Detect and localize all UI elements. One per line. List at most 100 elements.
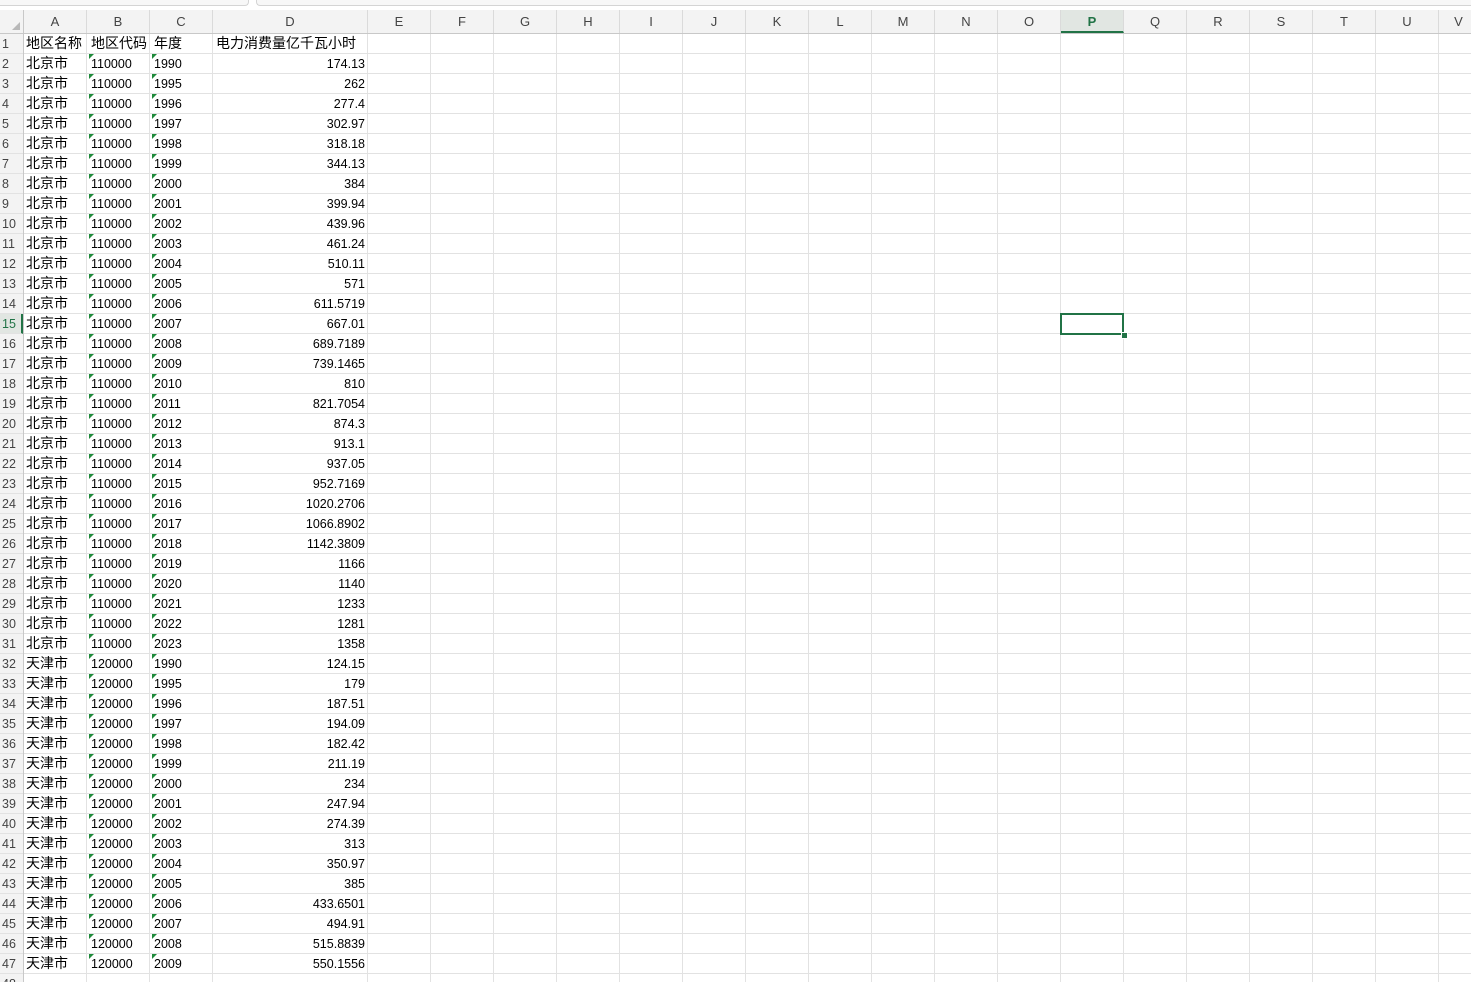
row-header-25[interactable]: 25 <box>0 514 23 534</box>
row-header-3[interactable]: 3 <box>0 74 23 94</box>
cell-region-name[interactable]: 北京市 <box>26 394 88 414</box>
cell-region-code[interactable]: 120000 <box>89 834 151 854</box>
cell-region-code[interactable]: 120000 <box>89 934 151 954</box>
cell-consumption[interactable]: 510.11 <box>214 254 366 274</box>
column-header-g[interactable]: G <box>494 10 557 33</box>
row-header-6[interactable]: 6 <box>0 134 23 154</box>
cell-region-name[interactable]: 北京市 <box>26 514 88 534</box>
cell-year[interactable]: 2000 <box>152 174 214 194</box>
cell-year[interactable]: 1997 <box>152 114 214 134</box>
cell-region-code[interactable]: 110000 <box>89 534 151 554</box>
cell-region-name[interactable]: 天津市 <box>26 774 88 794</box>
cell-region-name[interactable]: 北京市 <box>26 354 88 374</box>
cell-region-code[interactable]: 110000 <box>89 334 151 354</box>
cell-region-code[interactable]: 110000 <box>89 54 151 74</box>
cell-consumption[interactable]: 313 <box>214 834 366 854</box>
row-header-9[interactable]: 9 <box>0 194 23 214</box>
row-header-5[interactable]: 5 <box>0 114 23 134</box>
cell-consumption[interactable]: 1140 <box>214 574 366 594</box>
row-header-41[interactable]: 41 <box>0 834 23 854</box>
cell-year[interactable]: 2010 <box>152 374 214 394</box>
column-header-c[interactable]: C <box>150 10 213 33</box>
cell-region-code[interactable]: 120000 <box>89 694 151 714</box>
cell-year[interactable]: 1998 <box>152 134 214 154</box>
cell-region-code[interactable]: 120000 <box>89 794 151 814</box>
cell-year[interactable]: 2023 <box>152 634 214 654</box>
cell-consumption[interactable]: 277.4 <box>214 94 366 114</box>
cell-year[interactable]: 1998 <box>152 734 214 754</box>
cell-region-code[interactable]: 110000 <box>89 594 151 614</box>
row-header-47[interactable]: 47 <box>0 954 23 974</box>
cell-year[interactable]: 2015 <box>152 474 214 494</box>
cell-year[interactable]: 1990 <box>152 54 214 74</box>
cell-region-name[interactable]: 北京市 <box>26 634 88 654</box>
cell-region-code[interactable]: 110000 <box>89 294 151 314</box>
cell-year[interactable]: 2009 <box>152 954 214 974</box>
cell-region-name[interactable]: 天津市 <box>26 934 88 954</box>
cell-year[interactable]: 2009 <box>152 354 214 374</box>
cell-region-code[interactable]: 110000 <box>89 234 151 254</box>
cell-region-code[interactable]: 110000 <box>89 354 151 374</box>
cell-year[interactable]: 2003 <box>152 834 214 854</box>
cell-consumption[interactable]: 611.5719 <box>214 294 366 314</box>
cell-region-code[interactable]: 110000 <box>89 114 151 134</box>
cell-consumption[interactable]: 571 <box>214 274 366 294</box>
column-header-f[interactable]: F <box>431 10 494 33</box>
cell-consumption[interactable]: 494.91 <box>214 914 366 934</box>
cell-consumption[interactable]: 550.1556 <box>214 954 366 974</box>
column-header-s[interactable]: S <box>1250 10 1313 33</box>
cell-region-name[interactable]: 天津市 <box>26 794 88 814</box>
cell-region-name[interactable]: 北京市 <box>26 154 88 174</box>
cell-region-name[interactable]: 天津市 <box>26 874 88 894</box>
cell-region-code[interactable]: 110000 <box>89 474 151 494</box>
cell-region-name[interactable]: 天津市 <box>26 854 88 874</box>
row-header-1[interactable]: 1 <box>0 34 23 54</box>
cell-consumption[interactable]: 234 <box>214 774 366 794</box>
cell-consumption[interactable]: 439.96 <box>214 214 366 234</box>
cell-region-code[interactable]: 110000 <box>89 174 151 194</box>
cell-region-code[interactable]: 110000 <box>89 374 151 394</box>
cell-consumption[interactable]: 1233 <box>214 594 366 614</box>
cell-year[interactable]: 1996 <box>152 94 214 114</box>
cell-region-name[interactable]: 天津市 <box>26 954 88 974</box>
cell-year[interactable]: 2001 <box>152 194 214 214</box>
cell-region-name[interactable]: 天津市 <box>26 834 88 854</box>
column-header-u[interactable]: U <box>1376 10 1439 33</box>
cell-region-name[interactable]: 天津市 <box>26 894 88 914</box>
cell-region-name[interactable]: 北京市 <box>26 134 88 154</box>
column-header-o[interactable]: O <box>998 10 1061 33</box>
cell-region-code[interactable]: 110000 <box>89 254 151 274</box>
cell-year[interactable]: 2000 <box>152 774 214 794</box>
cell-region-code[interactable]: 120000 <box>89 954 151 974</box>
cell-consumption[interactable]: 262 <box>214 74 366 94</box>
cell-consumption[interactable]: 399.94 <box>214 194 366 214</box>
cell-region-code[interactable]: 110000 <box>89 554 151 574</box>
row-header-28[interactable]: 28 <box>0 574 23 594</box>
cell-region-code[interactable]: 110000 <box>89 94 151 114</box>
cell-region-name[interactable]: 北京市 <box>26 454 88 474</box>
row-header-27[interactable]: 27 <box>0 554 23 574</box>
row-header-11[interactable]: 11 <box>0 234 23 254</box>
cell-region-name[interactable]: 北京市 <box>26 234 88 254</box>
row-header-4[interactable]: 4 <box>0 94 23 114</box>
cell-region-code[interactable]: 120000 <box>89 654 151 674</box>
cell-region-code[interactable]: 110000 <box>89 154 151 174</box>
cell-consumption[interactable]: 689.7189 <box>214 334 366 354</box>
cell-year[interactable]: 1999 <box>152 154 214 174</box>
cell-region-name[interactable]: 北京市 <box>26 414 88 434</box>
column-header-p[interactable]: P <box>1061 10 1124 33</box>
cell-region-code[interactable]: 110000 <box>89 134 151 154</box>
cell-year[interactable]: 2001 <box>152 794 214 814</box>
row-header-2[interactable]: 2 <box>0 54 23 74</box>
cell-year[interactable]: 2012 <box>152 414 214 434</box>
column-header-i[interactable]: I <box>620 10 683 33</box>
cell-region-code[interactable]: 120000 <box>89 894 151 914</box>
cell-year[interactable]: 2006 <box>152 294 214 314</box>
cell-consumption[interactable]: 194.09 <box>214 714 366 734</box>
cell-consumption[interactable]: 937.05 <box>214 454 366 474</box>
row-header-37[interactable]: 37 <box>0 754 23 774</box>
cell-consumption[interactable]: 821.7054 <box>214 394 366 414</box>
column-header-k[interactable]: K <box>746 10 809 33</box>
cell-area[interactable]: 地区名称 地区代码 年度 电力消费量亿千瓦小时 北京市 110000 1990 174.13 北… <box>24 34 1471 982</box>
cell-region-code[interactable]: 110000 <box>89 634 151 654</box>
